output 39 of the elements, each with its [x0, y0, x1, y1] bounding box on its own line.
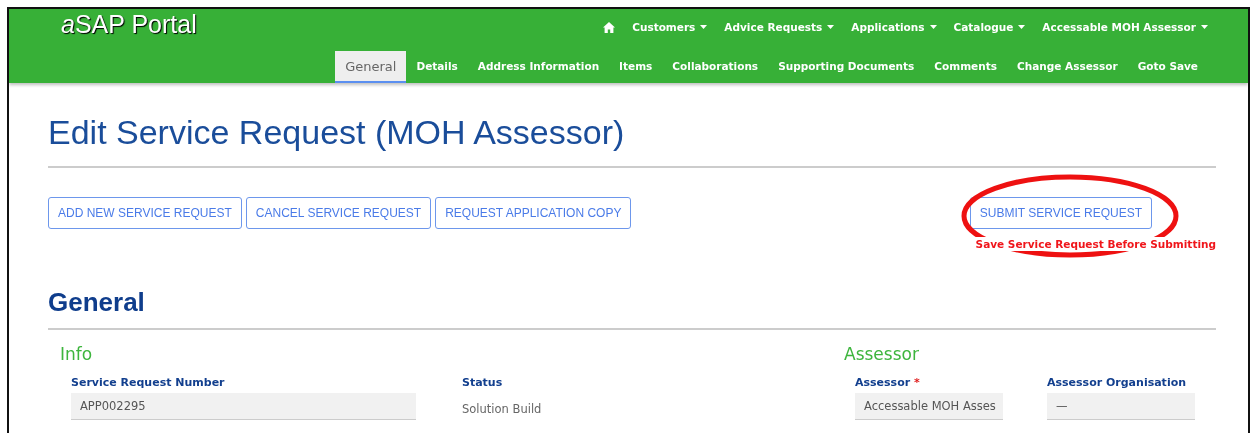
section-tab[interactable]: Goto Save [1127, 51, 1208, 83]
nav-menu[interactable]: Advice Requests [724, 21, 835, 33]
required-marker: * [914, 376, 920, 389]
caret-icon [827, 25, 835, 29]
page-title: Edit Service Request (MOH Assessor) [48, 113, 1216, 168]
section-tab[interactable]: General [335, 51, 407, 83]
nav-menu[interactable]: Catalogue [953, 21, 1026, 33]
section-tab[interactable]: Items [609, 51, 663, 83]
section-tab[interactable]: Change Assessor [1006, 51, 1128, 83]
field-label: Status [462, 376, 504, 389]
section-tab[interactable]: Address Information [467, 51, 610, 83]
caret-icon [1018, 25, 1026, 29]
readonly-field[interactable]: Accessable MOH Asses [855, 393, 1003, 420]
section-tab[interactable]: Collaborations [662, 51, 769, 83]
submit-button[interactable]: SUBMIT SERVICE REQUEST [969, 197, 1152, 229]
portal-logo: aSAP Portal [61, 9, 197, 39]
action-button[interactable]: CANCEL SERVICE REQUEST [245, 197, 432, 229]
field-label: Assessor * [855, 376, 921, 389]
field-value: Solution Build [462, 401, 543, 418]
nav-menu[interactable]: Accessable MOH Assessor [1042, 21, 1208, 33]
caret-icon [700, 25, 708, 29]
readonly-field[interactable]: — [1047, 393, 1195, 420]
field-label: Assessor Organisation [1047, 376, 1188, 389]
readonly-field[interactable]: APP002295 [71, 393, 416, 420]
nav-menu[interactable]: Customers [632, 21, 708, 33]
section-heading: General [48, 287, 1216, 330]
action-button[interactable]: ADD NEW SERVICE REQUEST [48, 197, 242, 229]
warning-text: Save Service Request Before Submitting [975, 237, 1216, 251]
action-button[interactable]: REQUEST APPLICATION COPY [435, 197, 632, 229]
home-icon[interactable] [603, 21, 616, 33]
field-label: Service Request Number [71, 376, 226, 389]
section-tab[interactable]: Supporting Documents [768, 51, 925, 83]
nav-menu[interactable]: Applications [851, 21, 937, 33]
group-title: Info [60, 344, 94, 364]
section-tab[interactable]: Details [406, 51, 468, 83]
caret-icon [929, 25, 937, 29]
caret-icon [1201, 25, 1208, 29]
section-tab[interactable]: Comments [924, 51, 1007, 83]
group-title: Assessor [844, 344, 920, 364]
